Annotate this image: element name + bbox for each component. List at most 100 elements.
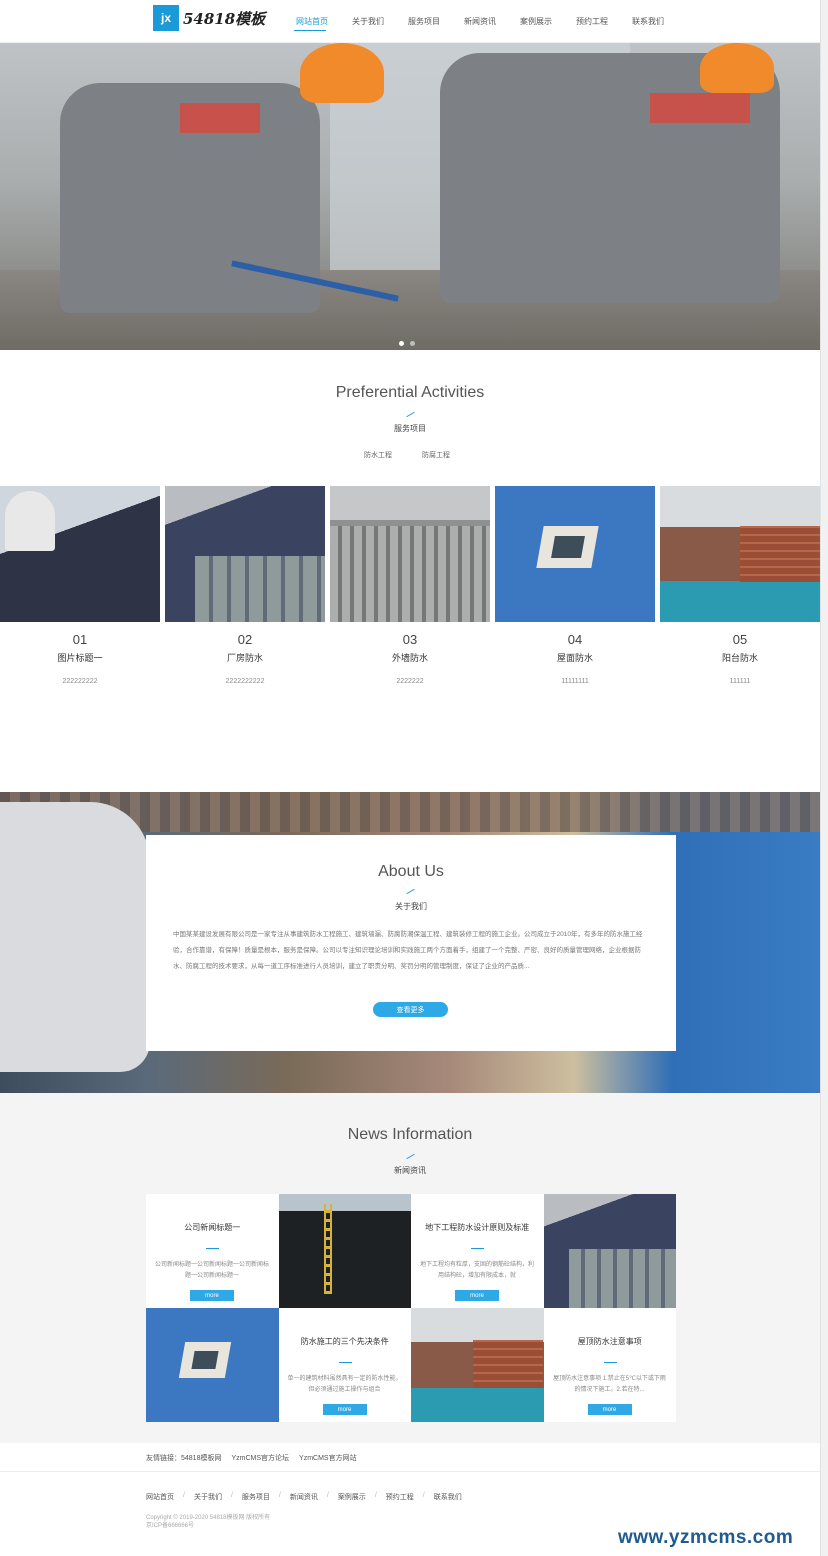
service-card[interactable]: 01 图片标题一 222222222 — [0, 486, 160, 696]
service-desc: 222222222 — [62, 678, 98, 685]
news-more-button[interactable]: more — [190, 1290, 234, 1301]
service-image — [165, 486, 325, 622]
service-card[interactable]: 03 外墙防水 2222222 — [330, 486, 490, 696]
news-excerpt: 单一的建筑材料虽然具有一定的防水性能，但必须通过施工操作与组合 — [287, 1376, 402, 1393]
footer-separator: / — [230, 1492, 233, 1499]
service-card[interactable]: 02 厂房防水 2222222222 — [165, 486, 325, 696]
about-divider — [406, 888, 415, 895]
footer-link-about[interactable]: 关于我们 — [194, 1492, 222, 1502]
footer-link-news[interactable]: 新闻资讯 — [290, 1492, 318, 1502]
hero-dot-2[interactable] — [410, 341, 415, 346]
service-name: 阳台防水 — [721, 653, 758, 663]
news-more-button[interactable]: more — [587, 1404, 632, 1415]
cooling-tower-shape — [5, 491, 55, 551]
site-logo[interactable]: jx 54818模板 — [153, 5, 265, 31]
about-card: About Us 关于我们 中国某某建设发展有限公司是一家专注从事建筑防水工程施… — [146, 835, 676, 1051]
news-item[interactable]: 公司新闻标题一 公司新闻标题一公司新闻标题一公司新闻标题一公司新闻标题一 mor… — [146, 1194, 279, 1308]
site-watermark: www.yzmcms.com — [618, 1527, 794, 1548]
footer-separator: / — [326, 1492, 329, 1499]
skylight-frame-shape — [191, 1351, 219, 1369]
news-item[interactable]: 防水施工的三个先决条件 单一的建筑材料虽然具有一定的防水性能，但必须通过施工操作… — [278, 1308, 411, 1422]
services-title: Preferential Activities — [335, 384, 485, 401]
footer-link-booking[interactable]: 预约工程 — [386, 1492, 414, 1502]
hero-worker-left-helmet — [300, 43, 384, 103]
about-subtitle: 关于我们 — [395, 902, 427, 911]
news-item[interactable]: 地下工程防水设计原则及标准 地下工程均有粒厚，支固的钢筋砼结构，利用结构砼，增加… — [411, 1194, 544, 1308]
service-desc: 11111111 — [561, 678, 589, 685]
news-excerpt: 公司新闻标题一公司新闻标题一公司新闻标题一公司新闻标题一 — [154, 1262, 269, 1279]
friend-links-label-text: 友情链接： — [146, 1455, 181, 1462]
roof-panels-shape — [195, 556, 325, 622]
about-text: 中国某某建设发展有限公司是一家专注从事建筑防水工程施工、建筑墙漏、防腐防潮保温工… — [173, 931, 643, 970]
services-list: 01 图片标题一 222222222 02 厂房防水 2222222222 03… — [0, 486, 820, 696]
ladder-shape — [323, 1204, 332, 1294]
news-title: News Information — [347, 1126, 473, 1143]
service-desc: 2222222 — [396, 678, 424, 685]
news-line — [206, 1248, 219, 1249]
nav-item-booking[interactable]: 预约工程 — [564, 0, 620, 43]
service-number: 05 — [732, 632, 748, 647]
nav-item-contact[interactable]: 联系我们 — [620, 0, 676, 43]
nav-item-cases[interactable]: 案例展示 — [508, 0, 564, 43]
footer-link-contact[interactable]: 联系我们 — [434, 1492, 462, 1502]
news-image[interactable] — [543, 1194, 676, 1308]
service-name: 厂房防水 — [226, 653, 263, 663]
news-image[interactable] — [411, 1308, 544, 1422]
service-card[interactable]: 04 屋面防水 11111111 — [495, 486, 655, 696]
friend-links-label: 友情链接：54818模板网 — [146, 1453, 221, 1463]
logo-text: 54818模板 — [183, 9, 266, 28]
tab-anticorrosion[interactable]: 防腐工程 — [422, 450, 450, 460]
news-subtitle: 新闻资讯 — [394, 1166, 426, 1175]
logo-mark: jx — [153, 5, 179, 31]
news-more-button[interactable]: more — [322, 1404, 367, 1415]
page-scrollbar[interactable] — [820, 0, 828, 1556]
nav-item-home[interactable]: 网站首页 — [284, 0, 340, 43]
hero-banner[interactable] — [0, 43, 820, 350]
services-divider — [406, 411, 415, 418]
news-image[interactable] — [146, 1308, 279, 1422]
brick-wall-shape — [473, 1340, 543, 1388]
roof-grid-shape — [330, 526, 490, 622]
service-name: 图片标题一 — [57, 653, 103, 663]
news-item[interactable]: 屋顶防水注意事项 屋顶防水注意事项 1.禁止在5℃以下或下雨的情况下施工。2.若… — [543, 1308, 676, 1422]
friend-link[interactable]: 54818模板网 — [181, 1455, 221, 1462]
nav-item-about[interactable]: 关于我们 — [340, 0, 396, 43]
friend-link[interactable]: YzmCMS官方网站 — [299, 1453, 357, 1463]
footer-link-cases[interactable]: 案例展示 — [338, 1492, 366, 1502]
service-desc: 111111 — [729, 678, 751, 685]
hero-dot-1[interactable] — [399, 341, 404, 346]
service-name: 外墙防水 — [391, 653, 428, 663]
copyright: Copyright © 2019-2020 54818模板网 版权所有 京ICP… — [146, 1514, 286, 1530]
friend-links-row: 友情链接：54818模板网 YzmCMS官方论坛 YzmCMS官方网站 — [146, 1453, 357, 1463]
footer-link-home[interactable]: 网站首页 — [146, 1492, 174, 1502]
main-nav: 网站首页 关于我们 服务项目 新闻资讯 案例展示 预约工程 联系我们 — [284, 0, 676, 43]
news-excerpt: 屋顶防水注意事项 1.禁止在5℃以下或下雨的情况下施工。2.若在特... — [553, 1376, 666, 1393]
news-line — [603, 1362, 617, 1363]
news-image[interactable] — [278, 1194, 411, 1308]
service-name: 屋面防水 — [556, 653, 593, 663]
tab-waterproof[interactable]: 防水工程 — [364, 450, 392, 460]
service-image — [0, 486, 160, 622]
hero-worker-left-vest — [180, 103, 260, 133]
footer-separator: / — [183, 1492, 185, 1499]
news-title-text: 防水施工的三个先决条件 — [300, 1337, 389, 1346]
news-title-text: 地下工程防水设计原则及标准 — [425, 1223, 530, 1232]
copyright-text: Copyright © 2019-2020 54818模板网 版权所有 — [146, 1515, 271, 1521]
nav-item-services[interactable]: 服务项目 — [396, 0, 452, 43]
view-more-button[interactable]: 查看更多 — [373, 1002, 448, 1017]
services-subtitle: 服务项目 — [394, 424, 426, 433]
icp-number[interactable]: 京ICP备666666号 — [146, 1522, 286, 1530]
hero-worker-right-helmet — [700, 43, 774, 93]
friend-link[interactable]: YzmCMS官方论坛 — [231, 1453, 289, 1463]
nav-item-news[interactable]: 新闻资讯 — [452, 0, 508, 43]
service-number: 02 — [237, 632, 253, 647]
service-card[interactable]: 05 阳台防水 111111 — [660, 486, 820, 696]
news-more-button[interactable]: more — [455, 1290, 499, 1301]
footer-separator: / — [278, 1492, 281, 1499]
brick-wall-shape — [740, 526, 820, 582]
roof-panels-shape — [568, 1249, 676, 1308]
footer-link-services[interactable]: 服务项目 — [242, 1492, 270, 1502]
news-title-text: 公司新闻标题一 — [184, 1223, 241, 1232]
about-bg-figure — [0, 802, 150, 1072]
news-line — [471, 1248, 484, 1249]
